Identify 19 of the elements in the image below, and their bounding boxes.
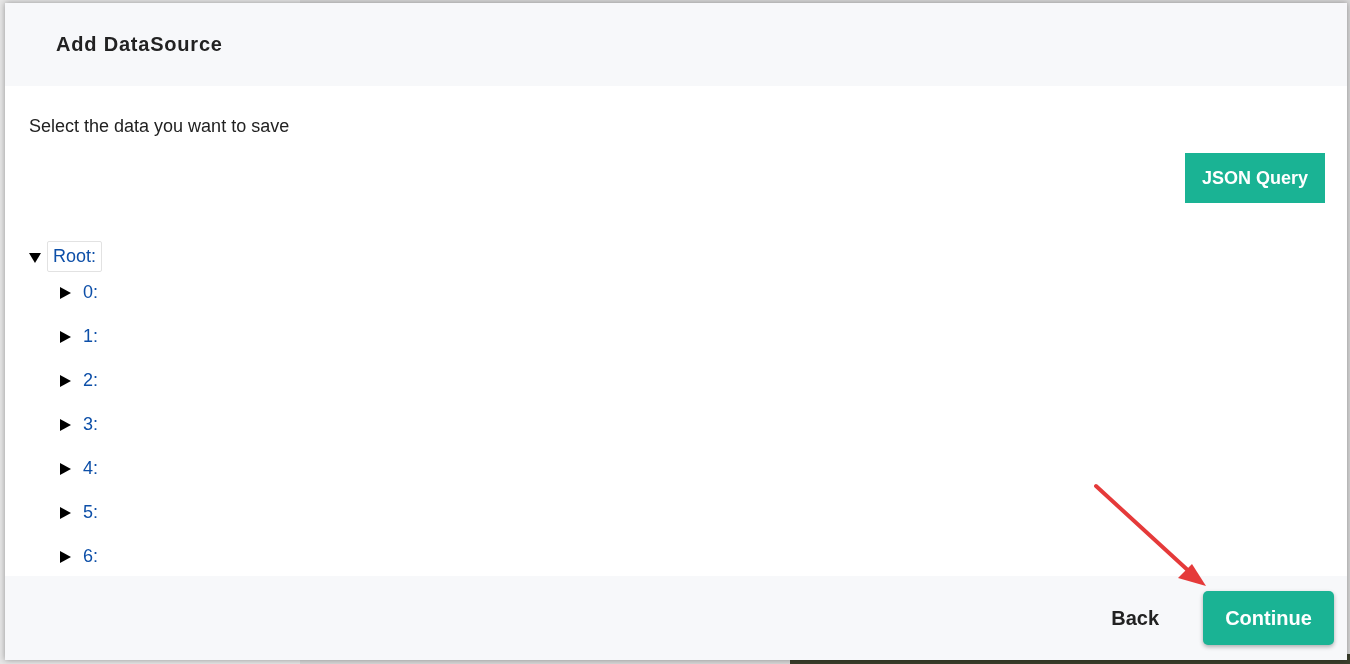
tree-node-label[interactable]: 1: <box>83 326 98 347</box>
collapsed-triangle-icon[interactable] <box>59 506 71 519</box>
tree-root-label[interactable]: Root: <box>47 241 103 272</box>
tree-node-label[interactable]: 4: <box>83 458 98 479</box>
collapsed-triangle-icon[interactable] <box>59 550 71 563</box>
tree-node-label[interactable]: 6: <box>83 546 98 567</box>
expanded-triangle-icon[interactable] <box>29 250 41 263</box>
dialog-title: Add DataSource <box>56 33 223 56</box>
tree-node-label[interactable]: 0: <box>83 282 98 303</box>
collapsed-triangle-icon[interactable] <box>59 330 71 343</box>
tree-node-label[interactable]: 3: <box>83 414 98 435</box>
collapsed-triangle-icon[interactable] <box>59 418 71 431</box>
tree-node-label[interactable]: 2: <box>83 370 98 391</box>
collapsed-triangle-icon[interactable] <box>59 374 71 387</box>
instruction-text: Select the data you want to save <box>29 116 291 137</box>
tree-node-label[interactable]: 5: <box>83 502 98 523</box>
back-button[interactable]: Back <box>1101 598 1169 638</box>
collapsed-triangle-icon[interactable] <box>59 286 71 299</box>
collapsed-triangle-icon[interactable] <box>59 462 71 475</box>
